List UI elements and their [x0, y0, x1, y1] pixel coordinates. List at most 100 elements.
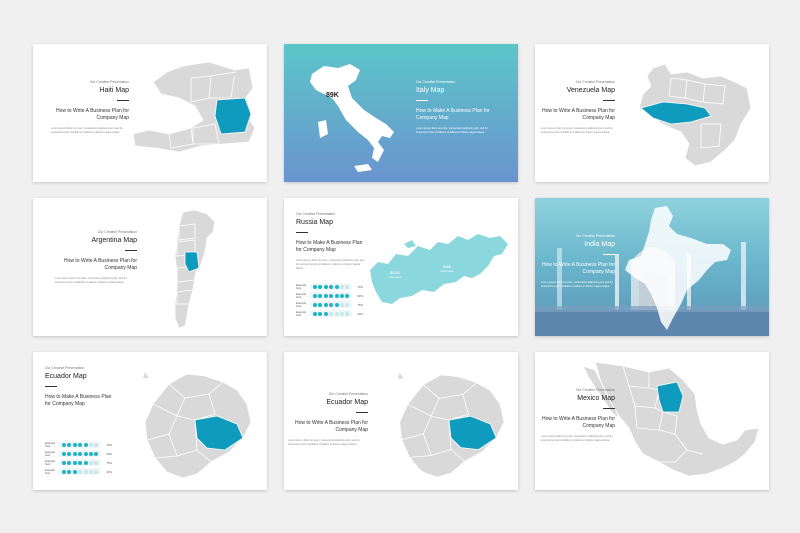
- stat-label: Example here: [45, 459, 56, 466]
- slide-argentina-map[interactable]: Our Creative Presentation Argentina Map …: [33, 198, 267, 336]
- russia-stat-bars: Example here 70% Example here 90% Exampl…: [296, 282, 363, 318]
- stat-percent: 70%: [106, 442, 112, 447]
- progress-dot: [67, 469, 72, 474]
- slide-venezuela-map[interactable]: Our Creative Presentation Venezuela Map …: [535, 44, 769, 182]
- slide-title: Haiti Map: [99, 87, 129, 94]
- stat-dots: [59, 459, 102, 466]
- progress-dot: [62, 460, 66, 465]
- italy-value-badge: 89K: [326, 92, 339, 99]
- stat-value: 23.11: [390, 270, 400, 275]
- stat-label: Example here: [296, 292, 307, 299]
- progress-dot: [323, 311, 328, 316]
- progress-dot: [313, 284, 317, 289]
- stat-label: Example here: [296, 310, 307, 317]
- russia-stat-2: 5.36 Lorem ipsum: [432, 264, 462, 273]
- progress-dot: [329, 311, 334, 316]
- progress-dot: [62, 469, 66, 474]
- stat-label: Example here: [45, 450, 56, 457]
- stat-bar-row: Example here 90%: [296, 291, 363, 300]
- progress-dot: [339, 311, 344, 316]
- progress-dot: [94, 451, 99, 456]
- stat-value: 5.36: [443, 264, 451, 269]
- slide-kicker: Our Creative Presentation: [45, 366, 85, 370]
- stat-percent: 75%: [357, 302, 363, 307]
- progress-dot: [313, 311, 317, 316]
- progress-dot: [78, 442, 83, 447]
- progress-dot: [345, 302, 350, 307]
- stat-bar-row: Example here 40%: [45, 467, 112, 476]
- progress-dot: [94, 442, 99, 447]
- title-divider: [45, 386, 57, 388]
- slide-body-text: Lorem ipsum dolor sit amet, consectetur …: [416, 127, 488, 135]
- progress-dot: [334, 293, 339, 298]
- progress-dot: [329, 302, 334, 307]
- slide-ecuador-map-2[interactable]: Our Creative Presentation Ecuador Map Ho…: [284, 352, 518, 490]
- slide-ecuador-map[interactable]: Our Creative Presentation Ecuador Map Ho…: [33, 352, 267, 490]
- slide-text-block: Our Creative Presentation India Map How …: [541, 234, 615, 289]
- stat-dots: [59, 441, 102, 448]
- stat-bar-row: Example here 75%: [296, 300, 363, 309]
- progress-dot: [83, 442, 88, 447]
- slide-text-block: Our Creative Presentation Italy Map How …: [416, 80, 498, 135]
- slide-title: Argentina Map: [91, 237, 137, 244]
- stat-label: Example here: [296, 283, 307, 290]
- stat-dots: [59, 468, 102, 475]
- progress-dot: [318, 293, 323, 298]
- progress-dot: [334, 302, 339, 307]
- slide-russia-map[interactable]: Our Creative Presentation Russia Map How…: [284, 198, 518, 336]
- stat-label: Example here: [45, 441, 56, 448]
- progress-dot: [339, 302, 344, 307]
- progress-dot: [83, 469, 88, 474]
- progress-dot: [329, 293, 334, 298]
- slide-text-block: Our Creative Presentation Ecuador Map Ho…: [45, 366, 115, 408]
- haiti-map: [131, 58, 259, 168]
- progress-dot: [83, 460, 88, 465]
- slide-mexico-map[interactable]: Our Creative Presentation Mexico Map How…: [535, 352, 769, 490]
- slide-title: India Map: [584, 241, 615, 248]
- progress-dot: [67, 451, 72, 456]
- stat-dots: [310, 310, 353, 317]
- slide-india-map[interactable]: Our Creative Presentation India Map How …: [535, 198, 769, 336]
- slide-subtitle: How to Write A Business Plan for Company…: [295, 420, 368, 434]
- stat-dots: [310, 283, 353, 290]
- slide-subtitle: How to Make A Business Plan for Company …: [296, 240, 363, 254]
- progress-dot: [78, 460, 83, 465]
- stat-percent: 75%: [106, 460, 112, 465]
- title-divider: [603, 254, 615, 256]
- stat-percent: 40%: [357, 311, 363, 316]
- progress-dot: [72, 460, 77, 465]
- slide-body-text: Lorem ipsum dolor sit amet, consectetur …: [288, 439, 360, 447]
- argentina-map: [161, 208, 251, 332]
- slide-text-block: Our Creative Presentation Russia Map How…: [296, 212, 366, 271]
- stat-bar-row: Example here 40%: [296, 309, 363, 318]
- title-divider: [125, 250, 137, 252]
- progress-dot: [318, 311, 323, 316]
- progress-dot: [334, 284, 339, 289]
- progress-dot: [323, 293, 328, 298]
- slide-text-block: Our Creative Presentation Argentina Map …: [55, 230, 137, 285]
- slide-haiti-map[interactable]: Our Creative Presentation Haiti Map How …: [33, 44, 267, 182]
- india-map: [615, 204, 735, 336]
- title-divider: [416, 100, 428, 102]
- slide-text-block: Our Creative Presentation Haiti Map How …: [51, 80, 129, 135]
- stat-bar-row: Example here 70%: [45, 440, 112, 449]
- progress-dot: [313, 293, 317, 298]
- slide-kicker: Our Creative Presentation: [328, 392, 368, 396]
- ecuador-map: [125, 364, 261, 486]
- slide-body-text: Lorem ipsum dolor sit amet, consectetur …: [541, 127, 613, 135]
- stat-percent: 90%: [357, 293, 363, 298]
- stat-bar-row: Example here 90%: [45, 449, 112, 458]
- progress-dot: [318, 302, 323, 307]
- slide-kicker: Our Creative Presentation: [575, 234, 615, 238]
- slide-subtitle: How to Write A Business Plan for Company…: [64, 258, 137, 272]
- stat-percent: 70%: [357, 284, 363, 289]
- russia-stat-1: 23.11 Lorem ipsum: [380, 270, 410, 279]
- slide-kicker: Our Creative Presentation: [575, 80, 615, 84]
- stat-dots: [310, 301, 353, 308]
- progress-dot: [72, 451, 77, 456]
- slide-italy-map[interactable]: 89K Our Creative Presentation Italy Map …: [284, 44, 518, 182]
- stat-bar-row: Example here 70%: [296, 282, 363, 291]
- slide-body-text: Lorem ipsum dolor sit amet, consectetur …: [541, 281, 613, 289]
- slide-title: Mexico Map: [577, 395, 615, 402]
- stat-dots: [59, 450, 102, 457]
